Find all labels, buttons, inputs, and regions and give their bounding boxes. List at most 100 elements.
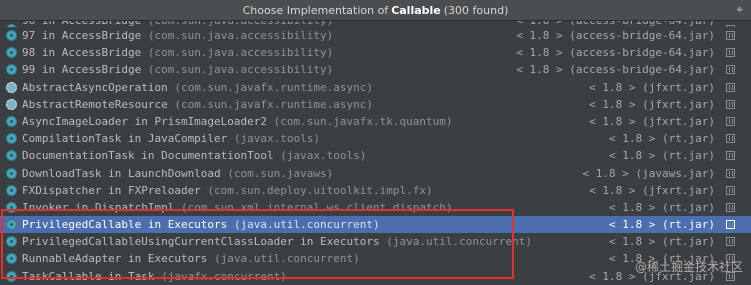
library-label: < 1.8 > (rt.jar)	[609, 200, 715, 214]
library-label: < 1.8 > (rt.jar)	[609, 235, 715, 249]
class-name: TaskCallable in Task (javafx.concurrent)	[22, 268, 287, 285]
class-name: AbstractAsyncOperation (com.sun.javafx.r…	[22, 79, 373, 96]
class-name: AbstractRemoteResource (com.sun.javafx.r…	[22, 96, 373, 113]
package-name: (com.sun.javafx.runtime.async)	[174, 97, 374, 111]
list-item[interactable]: PrivilegedCallableUsingCurrentClassLoade…	[0, 233, 751, 250]
inner-class-icon	[6, 64, 17, 76]
library-jar-icon	[726, 168, 735, 178]
class-name: DownloadTask in LaunchDownload (com.sun.…	[22, 165, 333, 182]
library-jar-icon	[726, 82, 735, 92]
inner-class-icon	[6, 201, 17, 213]
list-item[interactable]: 99 in AccessBridge (com.sun.java.accessi…	[0, 61, 751, 78]
class-name: AsyncImageLoader in PrismImageLoader2 (c…	[22, 113, 452, 130]
list-item[interactable]: AbstractAsyncOperation (com.sun.javafx.r…	[0, 79, 751, 96]
library-label: < 1.8 > (access-bridge-64.jar)	[516, 46, 715, 60]
inner-class-icon	[6, 115, 17, 127]
class-name-text: 98 in AccessBridge	[22, 46, 142, 60]
package-name: (com.sun.java.accessibility)	[147, 46, 334, 60]
abstract-class-icon	[6, 81, 17, 93]
dialog-title-count: (300 found)	[443, 3, 509, 17]
class-name-text: DocumentationTask in DocumentationTool	[22, 149, 274, 163]
class-name-text: PrivilegedCallableUsingCurrentClassLoade…	[22, 235, 380, 249]
class-name: 97 in AccessBridge (com.sun.java.accessi…	[22, 27, 333, 44]
inner-class-icon	[6, 30, 17, 41]
library-label: < 1.8 > (access-bridge-64.jar)	[516, 29, 715, 42]
library-label: < 1.8 > (javaws.jar)	[582, 166, 715, 180]
package-name: (com.sun.xml.internal.ws.client.dispatch…	[180, 200, 453, 214]
dialog-title-bar: Choose Implementation of Callable (300 f…	[0, 0, 751, 21]
library-label: < 1.8 > (rt.jar)	[609, 218, 715, 232]
inner-class-icon	[6, 219, 17, 231]
list-item[interactable]: DownloadTask in LaunchDownload (com.sun.…	[0, 165, 751, 182]
list-item[interactable]: DocumentationTask in DocumentationTool (…	[0, 147, 751, 164]
list-item[interactable]: FXDispatcher in FXPreloader (com.sun.dep…	[0, 182, 751, 199]
library-label: < 1.8 > (jfxrt.jar)	[589, 114, 715, 128]
class-name-text: 99 in AccessBridge	[22, 63, 142, 77]
package-name: (com.sun.java.accessibility)	[147, 63, 334, 77]
class-name-text: AbstractRemoteResource	[22, 97, 168, 111]
library-jar-icon	[726, 116, 735, 126]
class-name-text: CompilationTask in JavaCompiler	[22, 132, 228, 146]
inner-class-icon	[6, 270, 17, 282]
list-item[interactable]: CompilationTask in JavaCompiler (javax.t…	[0, 130, 751, 147]
class-name: 99 in AccessBridge (com.sun.java.accessi…	[22, 61, 333, 78]
abstract-class-icon	[6, 98, 17, 110]
library-jar-icon	[726, 48, 735, 58]
class-name: Invoker in DispatchImpl (com.sun.xml.int…	[22, 199, 452, 216]
class-name: DocumentationTask in DocumentationTool (…	[22, 147, 366, 164]
library-jar-icon	[726, 202, 735, 212]
class-name: FXDispatcher in FXPreloader (com.sun.dep…	[22, 182, 433, 199]
inner-class-icon	[6, 253, 17, 265]
watermark: @稀土掘金技术社区	[634, 260, 743, 274]
inner-class-icon	[6, 47, 17, 59]
class-name-text: PrivilegedCallable in Executors	[22, 218, 228, 232]
inner-class-icon	[6, 133, 17, 145]
library-jar-icon	[726, 134, 735, 144]
class-name-text: AsyncImageLoader in PrismImageLoader2	[22, 114, 268, 128]
library-jar-icon	[726, 31, 735, 40]
list-item[interactable]: PrivilegedCallable in Executors (java.ut…	[0, 216, 751, 234]
package-name: (javax.tools)	[280, 149, 367, 163]
library-jar-icon	[726, 220, 735, 230]
class-name: RunnableAdapter in Executors (java.util.…	[22, 250, 360, 267]
pin-icon[interactable]: ⌖	[736, 2, 743, 17]
dialog-title-name: Callable	[391, 3, 441, 17]
class-name: PrivilegedCallable in Executors (java.ut…	[22, 216, 380, 233]
package-name: (java.util.concurrent)	[386, 235, 532, 249]
library-jar-icon	[726, 151, 735, 161]
list-item[interactable]: AsyncImageLoader in PrismImageLoader2 (c…	[0, 113, 751, 130]
inner-class-icon	[6, 150, 17, 162]
inner-class-icon	[6, 184, 17, 196]
package-name: (java.util.concurrent)	[214, 252, 360, 266]
class-name-text: DownloadTask in LaunchDownload	[22, 166, 221, 180]
library-label: < 1.8 > (jfxrt.jar)	[589, 97, 715, 111]
library-label: < 1.8 > (jfxrt.jar)	[589, 80, 715, 94]
library-jar-icon	[726, 185, 735, 195]
inner-class-icon	[6, 167, 17, 179]
inner-class-icon	[6, 236, 17, 248]
class-name: 98 in AccessBridge (com.sun.java.accessi…	[22, 44, 333, 61]
list-item[interactable]: AbstractRemoteResource (com.sun.javafx.r…	[0, 96, 751, 113]
library-jar-icon	[726, 237, 735, 247]
implementation-list: 96 in AccessBridge (com.sun.java.accessi…	[0, 21, 751, 285]
list-item[interactable]: 97 in AccessBridge (com.sun.java.accessi…	[0, 27, 751, 44]
library-label: < 1.8 > (jfxrt.jar)	[589, 183, 715, 197]
list-item[interactable]: Invoker in DispatchImpl (com.sun.xml.int…	[0, 199, 751, 216]
class-name-text: 97 in AccessBridge	[22, 29, 142, 42]
class-name-text: Invoker in DispatchImpl	[22, 200, 175, 214]
class-name: CompilationTask in JavaCompiler (javax.t…	[22, 130, 320, 147]
package-name: (com.sun.javafx.runtime.async)	[174, 80, 374, 94]
library-label: < 1.8 > (access-bridge-64.jar)	[516, 63, 715, 77]
dialog-title-prefix: Choose Implementation of	[242, 3, 389, 17]
library-jar-icon	[726, 99, 735, 109]
library-label: < 1.8 > (rt.jar)	[609, 149, 715, 163]
package-name: (com.sun.deploy.uitoolkit.impl.fx)	[207, 183, 433, 197]
package-name: (com.sun.javaws)	[227, 166, 334, 180]
package-name: (java.util.concurrent)	[233, 218, 380, 232]
library-jar-icon	[726, 65, 735, 75]
class-name: PrivilegedCallableUsingCurrentClassLoade…	[22, 233, 532, 250]
list-item[interactable]: 98 in AccessBridge (com.sun.java.accessi…	[0, 44, 751, 61]
class-name-text: RunnableAdapter in Executors	[22, 252, 208, 266]
package-name: (com.sun.javafx.tk.quantum)	[273, 114, 453, 128]
class-name-text: FXDispatcher in FXPreloader	[22, 183, 201, 197]
